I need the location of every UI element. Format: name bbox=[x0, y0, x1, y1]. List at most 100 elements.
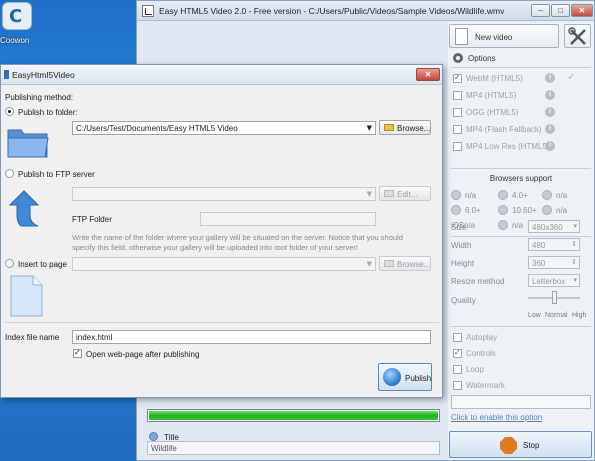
tools-icon bbox=[568, 27, 586, 45]
format-label: MP4 Low Res (HTML5) bbox=[466, 142, 550, 151]
size-label: Size bbox=[451, 223, 467, 232]
browser-version: n/a bbox=[465, 191, 477, 200]
index-file-value: index.html bbox=[76, 333, 113, 342]
info-icon[interactable]: i bbox=[545, 73, 555, 83]
folder-icon bbox=[7, 129, 49, 158]
resize-method-select[interactable]: Letterbox ▾ bbox=[528, 274, 580, 287]
option-label: Autoplay bbox=[466, 333, 498, 342]
format-mp4-flash[interactable]: MP4 (Flash Fallback) i bbox=[451, 124, 591, 137]
stop-icon bbox=[500, 437, 517, 454]
checkbox[interactable] bbox=[453, 125, 462, 134]
minimize-button[interactable]: – bbox=[531, 4, 550, 17]
chevron-down-icon: ▾ bbox=[573, 222, 577, 230]
spinner-icon[interactable]: ⇕ bbox=[571, 258, 577, 266]
size-value: 480x360 bbox=[532, 223, 563, 232]
ftp-folder-label: FTP Folder bbox=[72, 215, 112, 224]
checkbox[interactable] bbox=[453, 91, 462, 100]
browser-safari: 6.0+ bbox=[451, 205, 496, 217]
checkbox[interactable] bbox=[453, 73, 462, 83]
ftp-server-select[interactable]: ▼ bbox=[72, 187, 376, 201]
publishing-method-label: Publishing method: bbox=[5, 93, 74, 102]
browser-icon bbox=[542, 205, 552, 215]
loop-option[interactable]: Loop bbox=[451, 364, 591, 377]
spinner-icon[interactable]: ⇕ bbox=[571, 240, 577, 248]
browser-version: n/a bbox=[556, 206, 568, 215]
checkbox[interactable] bbox=[453, 142, 462, 151]
title-input[interactable]: Wildlife bbox=[147, 441, 440, 455]
checkbox[interactable] bbox=[453, 365, 462, 374]
width-value: 480 bbox=[532, 241, 546, 250]
browse-page-button[interactable]: Browse... bbox=[379, 256, 431, 271]
new-video-button[interactable]: New video bbox=[449, 24, 559, 48]
checkbox[interactable] bbox=[453, 381, 462, 390]
format-ogg[interactable]: OGG (HTML5) i bbox=[451, 107, 591, 120]
publish-to-folder-label[interactable]: Publish to folder: bbox=[18, 108, 78, 117]
format-label: MP4 (Flash Fallback) bbox=[466, 125, 542, 134]
info-bubble-icon bbox=[149, 432, 158, 441]
browse-label: Browse... bbox=[397, 124, 431, 133]
option-label: Watermark bbox=[466, 381, 505, 390]
ftp-folder-input[interactable] bbox=[200, 212, 376, 226]
publish-button[interactable]: Publish bbox=[378, 363, 432, 391]
autoplay-option[interactable]: Autoplay bbox=[451, 332, 591, 345]
controls-option[interactable]: Controls bbox=[451, 348, 591, 361]
upload-icon bbox=[8, 190, 40, 227]
edit-ftp-button[interactable]: Edit... bbox=[379, 186, 431, 201]
height-stepper[interactable]: 360 ⇕ bbox=[528, 256, 580, 269]
info-icon[interactable]: i bbox=[545, 124, 555, 134]
quality-slider[interactable] bbox=[528, 290, 580, 306]
close-button[interactable]: ✕ bbox=[571, 4, 593, 17]
info-icon[interactable]: i bbox=[545, 107, 555, 117]
info-icon[interactable]: i bbox=[545, 141, 555, 151]
stop-button[interactable]: Stop bbox=[449, 431, 592, 458]
checkbox[interactable] bbox=[453, 108, 462, 117]
enable-option-link[interactable]: Click to enable this option bbox=[451, 413, 542, 422]
chevron-down-icon: ▼ bbox=[366, 124, 372, 132]
format-label: MP4 (HTML5) bbox=[466, 91, 517, 100]
format-label: OGG (HTML5) bbox=[466, 108, 519, 117]
folder-path-select[interactable]: C:/Users/Test/Documents/Easy HTML5 Video… bbox=[72, 121, 376, 135]
info-icon[interactable]: i bbox=[545, 90, 555, 100]
check-icon: ✓ bbox=[567, 72, 576, 83]
divider bbox=[451, 326, 591, 327]
quality-label: Quality bbox=[451, 296, 476, 305]
publish-to-folder-radio[interactable] bbox=[5, 107, 14, 116]
size-select[interactable]: 480x360 ▾ bbox=[528, 220, 580, 233]
dialog-title: EasyHtml5Video bbox=[12, 70, 75, 80]
edit-icon bbox=[384, 190, 394, 197]
option-label: Loop bbox=[466, 365, 484, 374]
open-webpage-label[interactable]: Open web-page after publishing bbox=[86, 350, 199, 359]
document-icon bbox=[455, 28, 468, 45]
folder-small-icon bbox=[384, 260, 394, 267]
insert-to-page-radio[interactable] bbox=[5, 259, 14, 268]
publish-to-ftp-radio[interactable] bbox=[5, 169, 14, 178]
options-header: Options bbox=[451, 53, 591, 65]
checkbox[interactable] bbox=[453, 333, 462, 342]
watermark-option[interactable]: Watermark bbox=[451, 380, 591, 393]
insert-page-select[interactable]: ▼ bbox=[72, 257, 376, 271]
tools-button[interactable] bbox=[564, 24, 591, 48]
format-mp4[interactable]: MP4 (HTML5) i bbox=[451, 90, 591, 103]
format-mp4-lowres[interactable]: MP4 Low Res (HTML5) i bbox=[451, 141, 591, 154]
desktop-icon-label[interactable]: Coowon bbox=[0, 36, 29, 45]
dialog-close-button[interactable]: ✕ bbox=[416, 68, 440, 81]
main-titlebar[interactable]: Easy HTML5 Video 2.0 - Free version - C:… bbox=[137, 1, 594, 21]
maximize-button[interactable]: □ bbox=[551, 4, 570, 17]
progress-bar bbox=[147, 409, 440, 422]
browse-folder-button[interactable]: Browse... bbox=[379, 120, 431, 135]
browser-chrome: n/a bbox=[542, 190, 587, 202]
coowon-app-icon[interactable]: C bbox=[2, 2, 32, 30]
slider-thumb[interactable] bbox=[552, 291, 557, 304]
format-webm[interactable]: WebM (HTML5) i ✓ bbox=[451, 72, 591, 86]
insert-to-page-label[interactable]: Insert to page bbox=[18, 260, 67, 269]
dialog-titlebar[interactable]: EasyHtml5Video ✕ bbox=[1, 65, 442, 85]
index-file-input[interactable]: index.html bbox=[72, 330, 431, 344]
watermark-input[interactable] bbox=[451, 395, 591, 409]
open-webpage-checkbox[interactable] bbox=[73, 348, 82, 358]
format-label: WebM (HTML5) bbox=[466, 74, 523, 83]
progress-fill bbox=[149, 411, 438, 420]
checkbox[interactable] bbox=[453, 348, 462, 358]
publish-to-ftp-label[interactable]: Publish to FTP server bbox=[18, 170, 95, 179]
width-stepper[interactable]: 480 ⇕ bbox=[528, 238, 580, 251]
index-file-label: Index file name bbox=[5, 333, 60, 342]
